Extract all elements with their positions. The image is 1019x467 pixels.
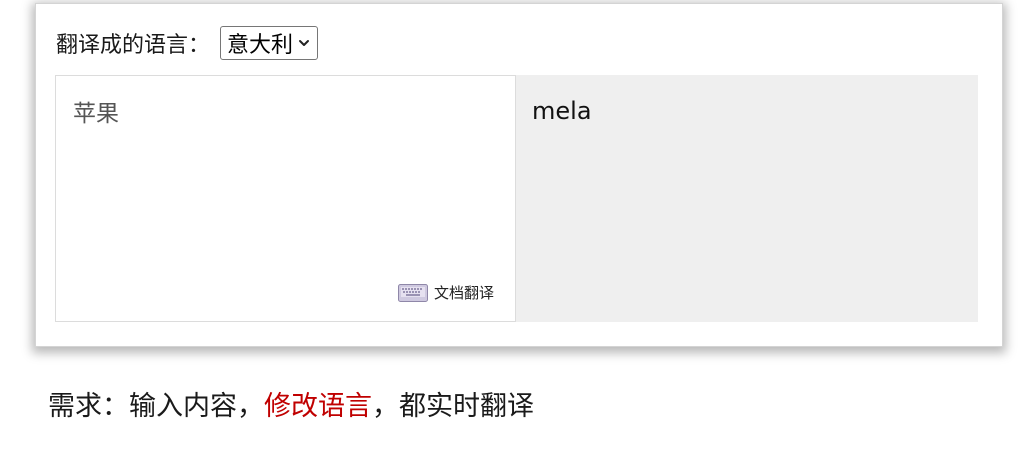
- caption-prefix: 需求：输入内容，: [48, 391, 264, 422]
- language-select[interactable]: 意大利: [220, 26, 319, 60]
- language-select-value: 意大利: [227, 33, 294, 58]
- keyboard-icon: [397, 283, 428, 302]
- source-text: 苹果: [73, 101, 119, 127]
- requirement-caption: 需求：输入内容，修改语言，都实时翻译: [48, 384, 534, 423]
- source-textarea[interactable]: 苹果 文档翻译: [55, 75, 516, 322]
- chevron-down-icon: [299, 40, 310, 46]
- output-text: mela: [532, 97, 592, 125]
- document-translate-button[interactable]: 文档翻译: [397, 282, 494, 303]
- language-row: 翻译成的语言： 意大利: [56, 24, 319, 62]
- caption-suffix: ，都实时翻译: [372, 391, 534, 422]
- language-label: 翻译成的语言：: [56, 33, 211, 58]
- translation-output: mela: [516, 75, 978, 322]
- document-translate-label: 文档翻译: [433, 284, 494, 302]
- translator-card: 翻译成的语言： 意大利 苹果 文档翻译 mela: [36, 4, 1002, 346]
- caption-highlight: 修改语言: [264, 391, 372, 422]
